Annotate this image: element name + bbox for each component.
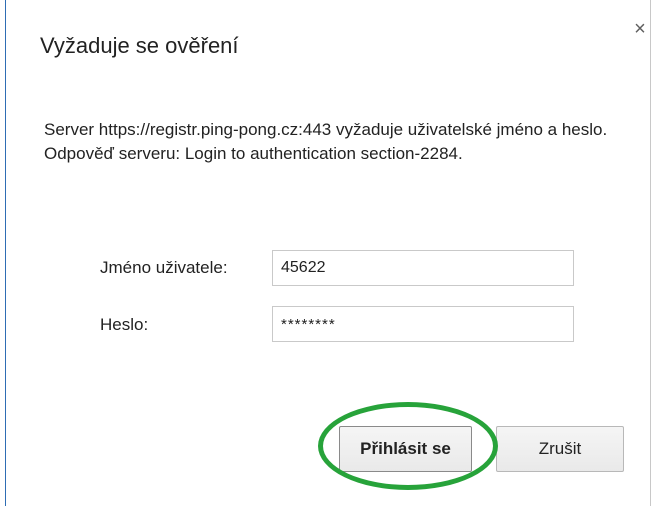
- login-button[interactable]: Přihlásit se: [339, 426, 472, 472]
- close-icon[interactable]: ×: [632, 19, 648, 39]
- password-label: Heslo:: [100, 315, 149, 334]
- dialog-title: Vyžaduje se ověření: [40, 33, 239, 58]
- username-label: Jméno uživatele:: [100, 258, 228, 277]
- auth-dialog: × Vyžaduje se ověření Server https://reg…: [6, 0, 650, 506]
- username-input[interactable]: [272, 250, 574, 286]
- window-right-border: [650, 0, 651, 506]
- cancel-button[interactable]: Zrušit: [496, 426, 624, 472]
- dialog-message: Server https://registr.ping-pong.cz:443 …: [44, 120, 608, 163]
- password-input[interactable]: [272, 306, 574, 342]
